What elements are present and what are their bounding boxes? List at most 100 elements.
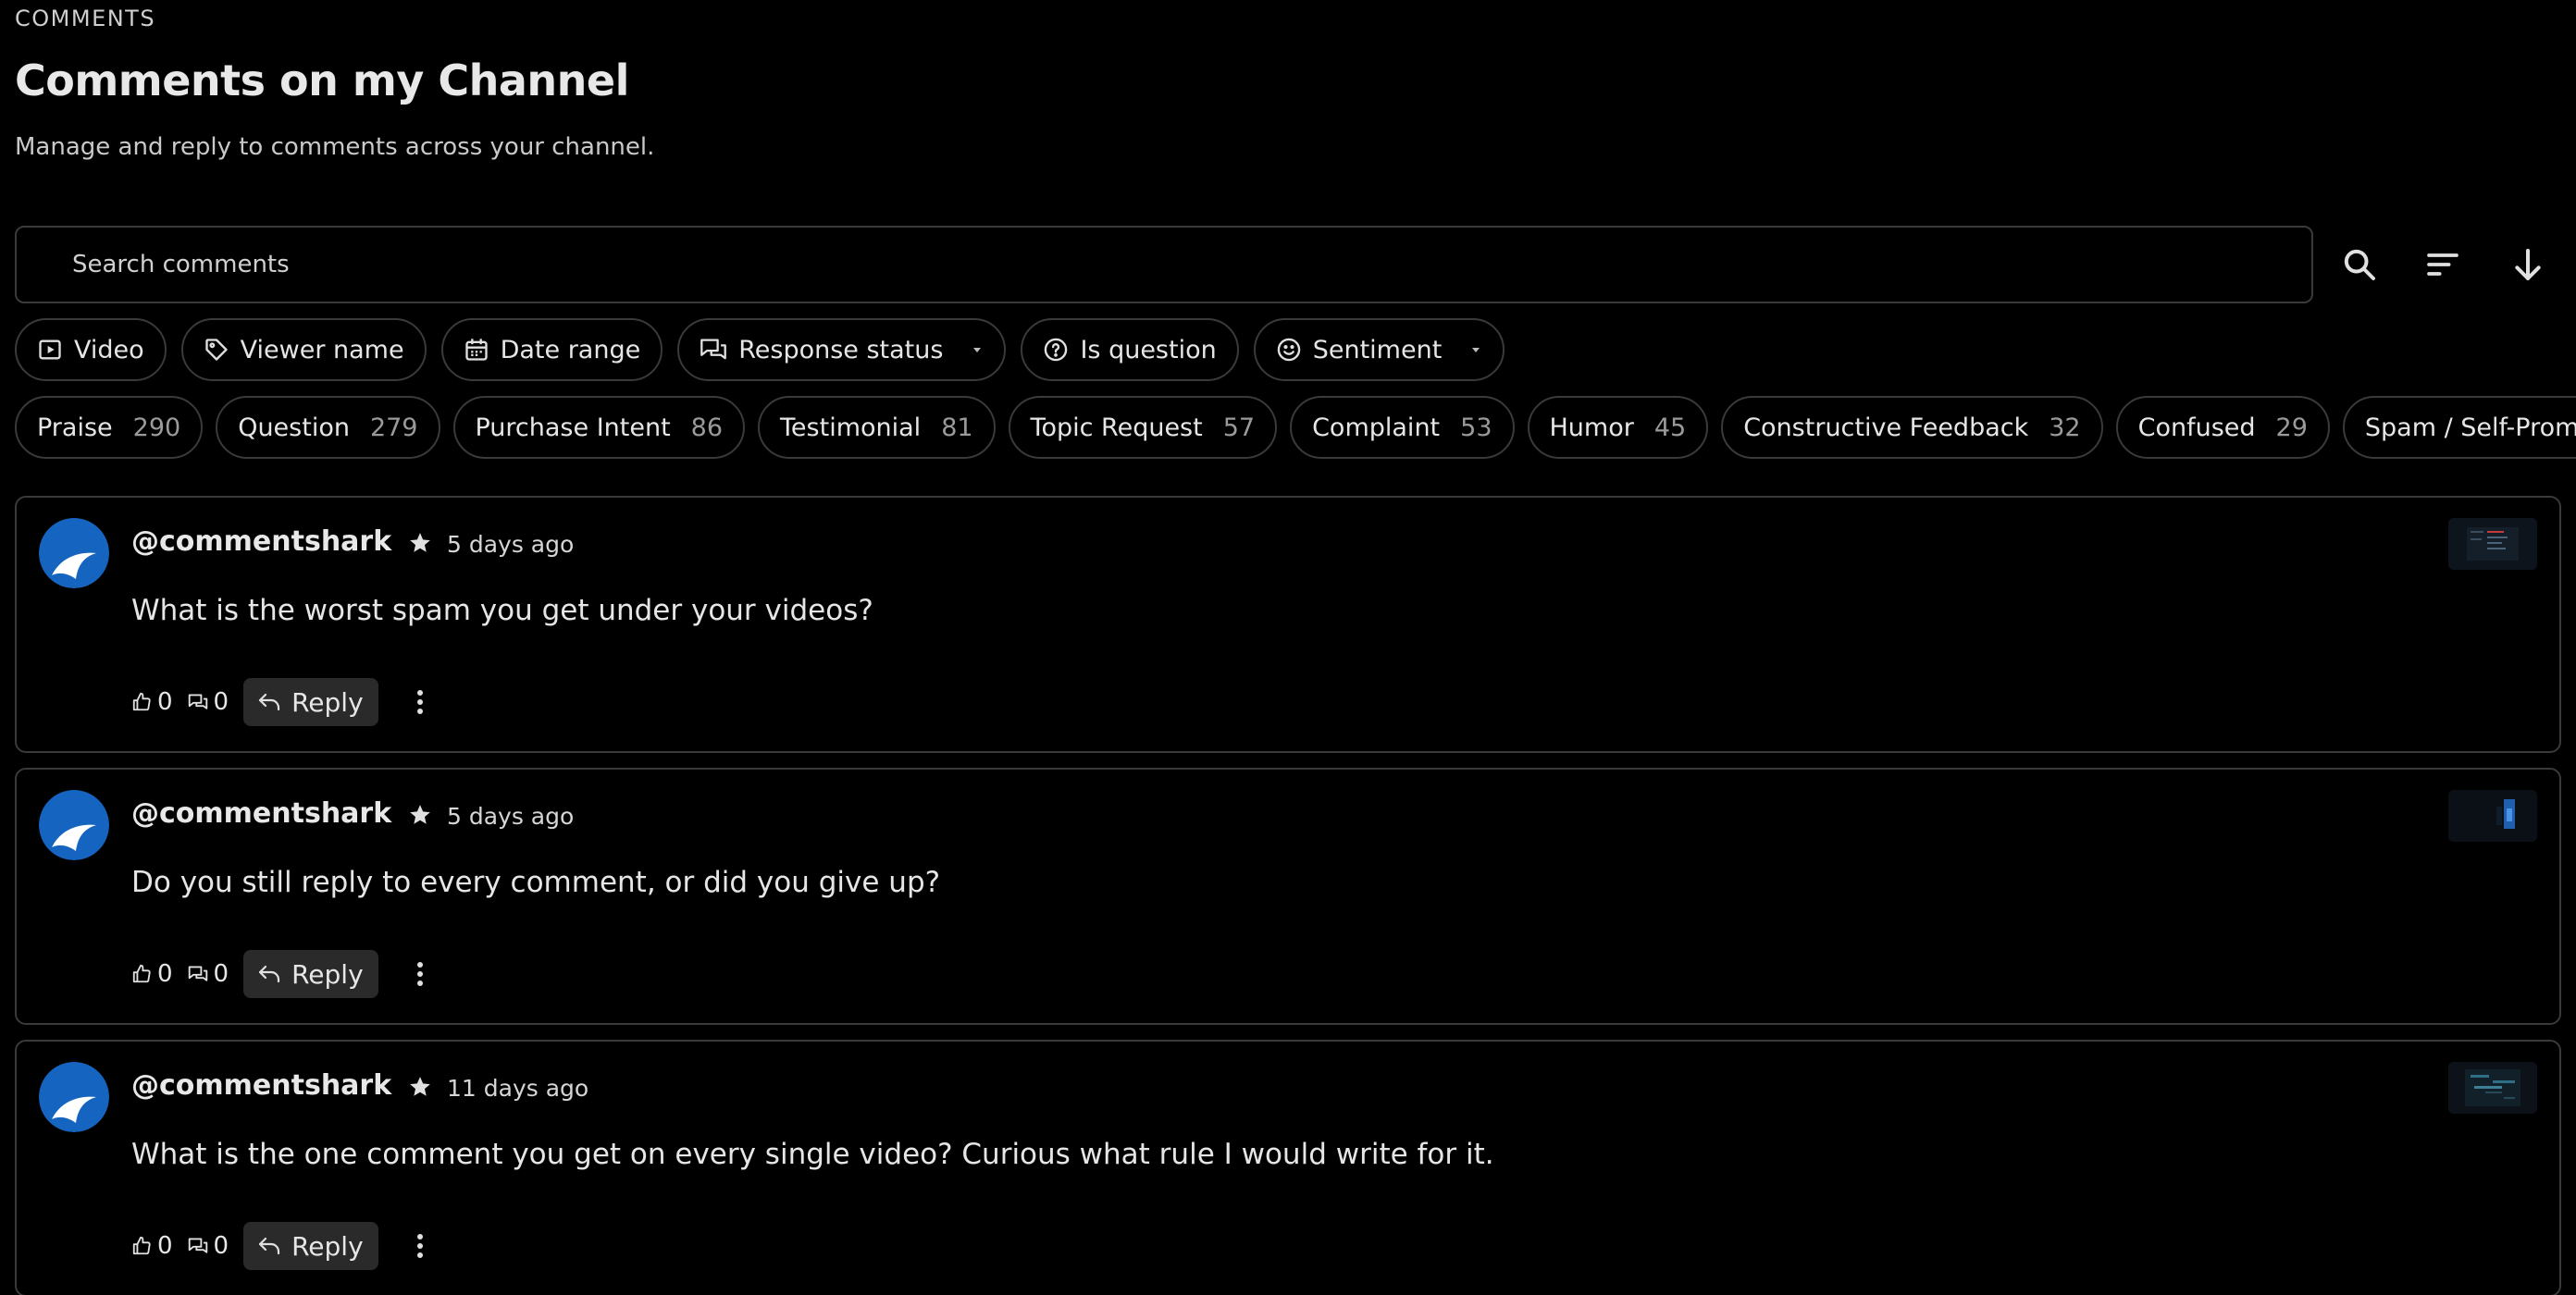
thumbs-up-icon bbox=[132, 1236, 151, 1255]
chat-bubbles-icon bbox=[188, 966, 207, 981]
tag-question[interactable]: Question 279 bbox=[216, 396, 440, 459]
reply-button[interactable]: Reply bbox=[243, 678, 378, 726]
arrow-down-icon[interactable] bbox=[2502, 239, 2554, 290]
tag-icon bbox=[204, 339, 228, 361]
video-thumbnail[interactable] bbox=[2448, 790, 2537, 842]
tag-count: 279 bbox=[369, 413, 418, 442]
filter-sentiment[interactable]: Sentiment bbox=[1253, 318, 1505, 381]
chat-bubbles-icon bbox=[188, 694, 207, 709]
thumbs-up-icon bbox=[132, 964, 151, 983]
tag-spam-self-promotion[interactable]: Spam / Self-Promotion2 bbox=[2342, 396, 2576, 459]
section-eyebrow: COMMENTS bbox=[15, 6, 156, 31]
page-title: Comments on my Channel bbox=[15, 56, 629, 105]
comment-author[interactable]: @commentshark bbox=[131, 525, 391, 558]
tag-label: Spam / Self-Promotion bbox=[2364, 413, 2576, 442]
filter-is-question-label: Is question bbox=[1080, 335, 1217, 364]
tag-label: Confused bbox=[2137, 413, 2256, 442]
chat-bubbles-icon bbox=[700, 339, 727, 360]
filter-lines-icon[interactable] bbox=[2417, 239, 2469, 290]
like-count: 0 bbox=[157, 688, 173, 716]
more-options-icon[interactable] bbox=[406, 684, 434, 721]
more-options-icon[interactable] bbox=[406, 956, 434, 993]
comment-author[interactable]: @commentshark bbox=[131, 797, 391, 830]
like-stat[interactable]: 0 bbox=[131, 1232, 173, 1260]
filter-date-range-label: Date range bbox=[500, 335, 641, 364]
more-options-icon[interactable] bbox=[406, 1227, 434, 1264]
page-subtitle: Manage and reply to comments across your… bbox=[15, 133, 655, 161]
filter-date-range[interactable]: Date range bbox=[440, 318, 663, 381]
filter-viewer-name[interactable]: Viewer name bbox=[180, 318, 427, 381]
tag-confused[interactable]: Confused 29 bbox=[2115, 396, 2330, 459]
tag-topic-request[interactable]: Topic Request 57 bbox=[1008, 396, 1278, 459]
tag-count: 53 bbox=[1460, 413, 1492, 442]
tag-humor[interactable]: Humor 45 bbox=[1527, 396, 1709, 459]
comment-time: 5 days ago bbox=[447, 803, 575, 830]
comment-time: 5 days ago bbox=[447, 531, 575, 558]
video-thumbnail[interactable] bbox=[2448, 518, 2537, 570]
reply-count: 0 bbox=[213, 960, 229, 988]
video-thumbnail[interactable] bbox=[2448, 1062, 2537, 1114]
tag-purchase-intent[interactable]: Purchase Intent 86 bbox=[452, 396, 746, 459]
tag-label: Testimonial bbox=[780, 413, 922, 442]
reply-arrow-icon bbox=[258, 1237, 280, 1255]
comment-time: 11 days ago bbox=[447, 1075, 589, 1102]
comment-card: @commentshark 5 days ago What is the wor… bbox=[15, 496, 2561, 753]
tag-count: 29 bbox=[2275, 413, 2308, 442]
search-input[interactable] bbox=[72, 228, 2274, 302]
comment-card: @commentshark 5 days ago Do you still re… bbox=[15, 768, 2561, 1025]
like-stat[interactable]: 0 bbox=[131, 688, 173, 716]
thumbs-up-icon bbox=[132, 692, 151, 711]
filter-video[interactable]: Video bbox=[15, 318, 167, 381]
like-count: 0 bbox=[157, 1232, 173, 1260]
tag-count: 32 bbox=[2049, 413, 2081, 442]
chevron-down-icon bbox=[1472, 348, 1480, 352]
tag-constructive-feedback[interactable]: Constructive Feedback 32 bbox=[1721, 396, 2103, 459]
reply-stat: 0 bbox=[188, 688, 229, 716]
tag-label: Humor bbox=[1549, 413, 1634, 442]
comment-actions: 0 0 Reply bbox=[131, 950, 434, 998]
reply-button[interactable]: Reply bbox=[243, 950, 378, 998]
filter-response-status-label: Response status bbox=[738, 335, 944, 364]
avatar[interactable] bbox=[39, 518, 109, 588]
avatar[interactable] bbox=[39, 790, 109, 860]
chat-bubbles-icon bbox=[188, 1238, 207, 1253]
reply-stat: 0 bbox=[188, 960, 229, 988]
tag-label: Constructive Feedback bbox=[1743, 413, 2029, 442]
tag-count: 81 bbox=[941, 413, 973, 442]
calendar-icon bbox=[464, 339, 488, 361]
filter-is-question[interactable]: Is question bbox=[1021, 318, 1239, 381]
star-icon bbox=[410, 1077, 430, 1096]
tag-praise[interactable]: Praise 290 bbox=[15, 396, 204, 459]
avatar[interactable] bbox=[39, 1062, 109, 1132]
comment-author[interactable]: @commentshark bbox=[131, 1069, 391, 1102]
chevron-down-icon bbox=[973, 348, 982, 352]
reply-count: 0 bbox=[213, 1232, 229, 1260]
like-stat[interactable]: 0 bbox=[131, 960, 173, 988]
tag-complaint[interactable]: Complaint 53 bbox=[1290, 396, 1515, 459]
smiley-icon bbox=[1277, 338, 1300, 362]
reply-button[interactable]: Reply bbox=[243, 1222, 378, 1270]
like-count: 0 bbox=[157, 960, 173, 988]
tag-count: 86 bbox=[690, 413, 724, 442]
question-circle-icon bbox=[1045, 338, 1068, 362]
tag-label: Purchase Intent bbox=[475, 413, 671, 442]
comment-text: What is the worst spam you get under you… bbox=[131, 594, 873, 627]
filter-row: Video Viewer name Date range Response st… bbox=[15, 318, 1505, 381]
star-icon bbox=[410, 533, 430, 552]
comment-card: @commentshark 11 days ago What is the on… bbox=[15, 1040, 2561, 1295]
reply-stat: 0 bbox=[188, 1232, 229, 1260]
comment-actions: 0 0 Reply bbox=[131, 1222, 434, 1270]
filter-response-status[interactable]: Response status bbox=[677, 318, 1007, 381]
tag-count: 57 bbox=[1222, 413, 1256, 442]
tag-count: 290 bbox=[132, 413, 181, 442]
tag-testimonial[interactable]: Testimonial 81 bbox=[758, 396, 996, 459]
reply-label: Reply bbox=[291, 1230, 364, 1262]
tag-label: Praise bbox=[37, 413, 113, 442]
filter-viewer-name-label: Viewer name bbox=[240, 335, 404, 364]
filter-video-label: Video bbox=[74, 335, 144, 364]
search-icon[interactable] bbox=[2334, 239, 2385, 290]
tag-label: Question bbox=[238, 413, 350, 442]
star-icon bbox=[410, 805, 430, 824]
search-box bbox=[15, 226, 2313, 303]
tag-count: 45 bbox=[1653, 413, 1687, 442]
